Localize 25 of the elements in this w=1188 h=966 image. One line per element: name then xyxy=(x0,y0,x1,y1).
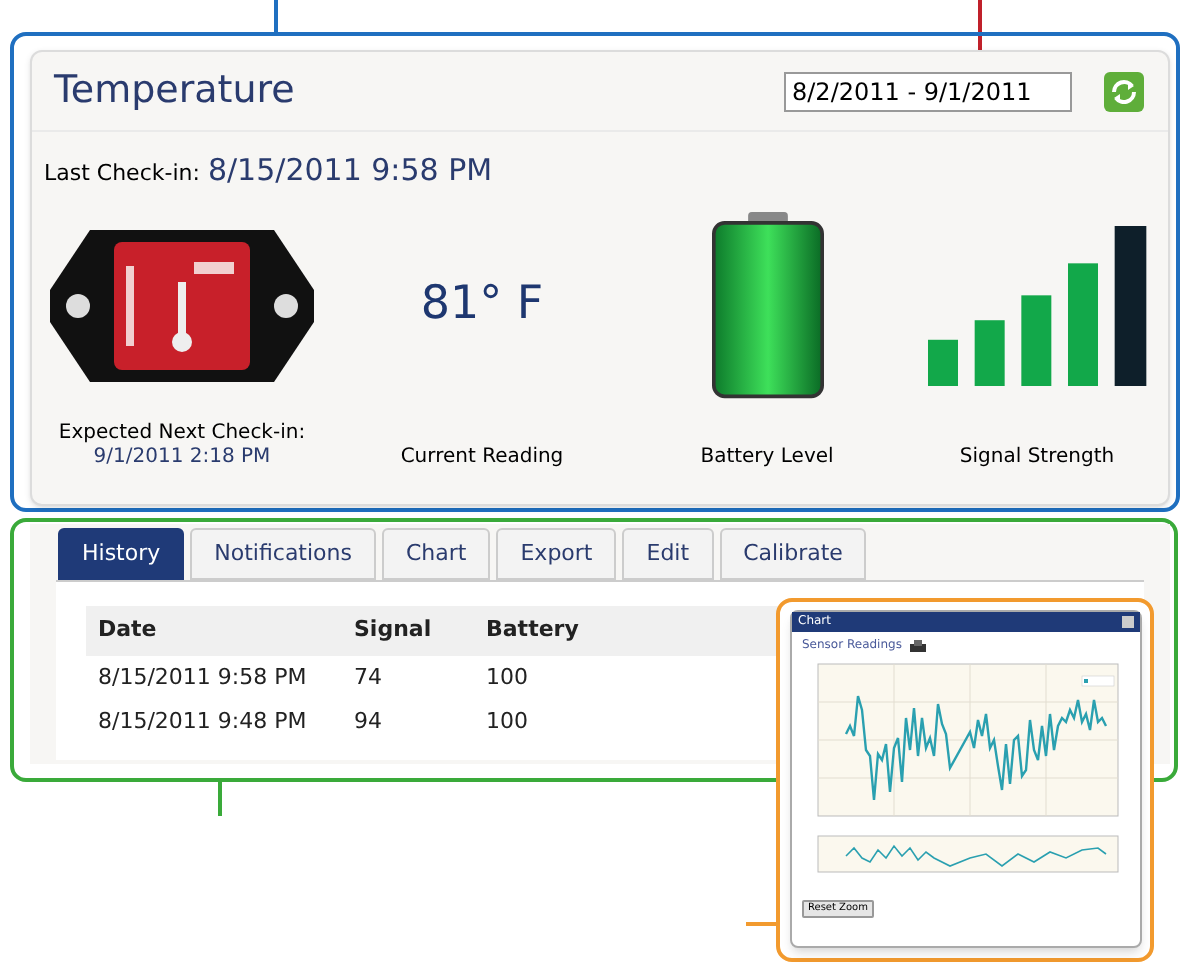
last-check-in-time: 8/15/2011 9:58 PM xyxy=(207,150,493,192)
table-cell-text: 100 xyxy=(486,661,530,694)
tab[interactable]: Chart xyxy=(382,528,491,580)
table-cell-text: 94 xyxy=(354,705,384,738)
column-header: Date xyxy=(98,614,159,647)
current-reading-value: 81° F xyxy=(420,276,544,335)
tab[interactable]: Notifications xyxy=(190,528,376,580)
tab[interactable]: History xyxy=(58,528,185,580)
table-cell-text: 100 xyxy=(486,705,530,738)
next-check-in-time: 9/1/2011 2:18 PM xyxy=(93,445,271,469)
tab[interactable]: Export xyxy=(496,528,617,580)
date-range-field[interactable]: 8/2/2011 - 9/1/2011 xyxy=(784,71,1072,111)
last-check-in-label: Last Check-in: xyxy=(44,158,200,190)
signal-label: Signal Strength xyxy=(959,445,1115,469)
battery-label: Battery Level xyxy=(700,445,834,469)
tab[interactable]: Edit xyxy=(622,528,714,580)
tab[interactable]: Calibrate xyxy=(719,528,867,580)
next-check-in-label: Expected Next Check-in: xyxy=(58,421,306,445)
column-header: Signal xyxy=(354,614,434,647)
table-cell-text: 8/15/2011 9:58 PM xyxy=(98,661,309,694)
column-header: Battery xyxy=(486,614,581,647)
table-cell-text: 8/15/2011 9:48 PM xyxy=(98,705,309,738)
panel-title: Temperature xyxy=(54,66,295,117)
table-cell-text: 74 xyxy=(354,661,384,694)
reading-label: Current Reading xyxy=(400,445,564,469)
